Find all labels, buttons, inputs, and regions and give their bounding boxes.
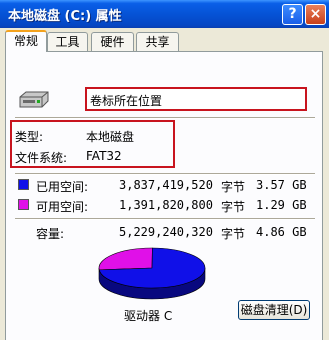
used-space-label: 已用空间: xyxy=(36,180,89,194)
hard-drive-icon xyxy=(19,91,49,108)
capacity-unit: 字节 xyxy=(221,227,246,241)
help-button[interactable]: ? xyxy=(282,4,303,25)
close-button[interactable]: × xyxy=(305,4,326,25)
free-space-size: 1.29 GB xyxy=(256,198,307,212)
free-space-label: 可用空间: xyxy=(36,200,89,214)
free-space-swatch xyxy=(18,199,29,210)
tab-general[interactable]: 常规 xyxy=(5,30,47,52)
highlight-type-filesystem xyxy=(10,120,175,168)
tab-sharing[interactable]: 共享 xyxy=(136,32,179,51)
dialog-body: 常规 工具 硬件 共享 卷标所在位置 类型: 本地磁盘 文件系统: FAT32 … xyxy=(0,28,329,340)
used-space-bytes: 3,837,419,520 xyxy=(119,178,213,192)
disk-usage-pie-chart xyxy=(98,247,206,300)
disk-cleanup-button[interactable]: 磁盘清理(D) xyxy=(238,300,310,320)
free-space-unit: 字节 xyxy=(221,200,246,214)
capacity-size: 4.86 GB xyxy=(256,225,307,239)
capacity-label: 容量: xyxy=(36,227,65,241)
title-bar[interactable]: 本地磁盘 (C:) 属性 ? × xyxy=(0,0,329,28)
general-tab-panel: 卷标所在位置 类型: 本地磁盘 文件系统: FAT32 已用空间: 3,837,… xyxy=(5,51,323,340)
tab-hardware[interactable]: 硬件 xyxy=(91,32,134,51)
separator xyxy=(15,218,315,220)
capacity-bytes: 5,229,240,320 xyxy=(119,225,213,239)
used-space-swatch xyxy=(18,179,29,190)
window-title: 本地磁盘 (C:) 属性 xyxy=(8,9,122,24)
tab-tools[interactable]: 工具 xyxy=(47,32,88,51)
used-space-unit: 字节 xyxy=(221,180,246,194)
separator xyxy=(15,173,315,175)
free-space-bytes: 1,391,820,800 xyxy=(119,198,213,212)
pie-slice-free-space xyxy=(98,247,153,271)
separator xyxy=(15,117,315,119)
drive-label: 驱动器 C xyxy=(124,309,173,323)
used-space-size: 3.57 GB xyxy=(256,178,307,192)
highlight-volume-label xyxy=(85,87,307,111)
